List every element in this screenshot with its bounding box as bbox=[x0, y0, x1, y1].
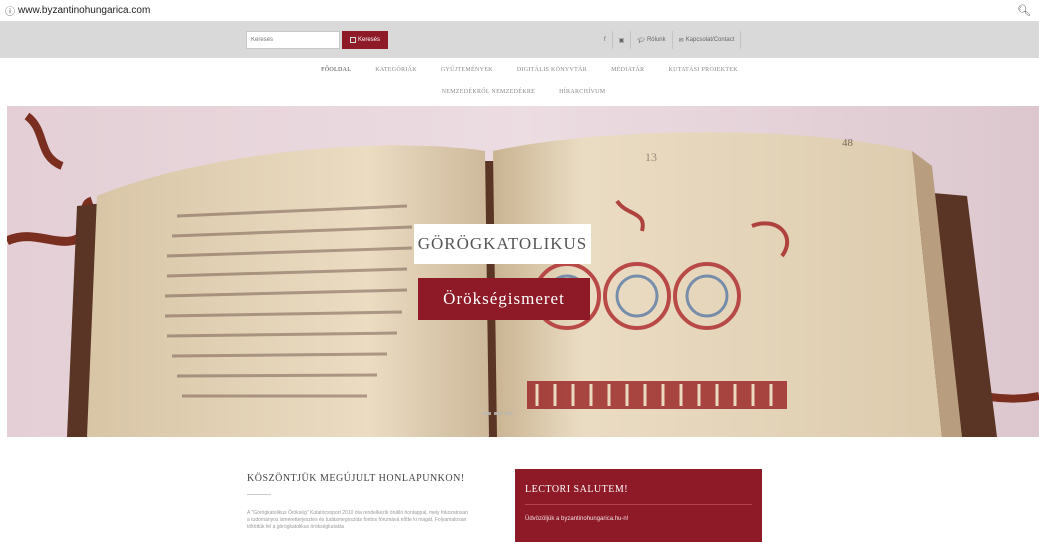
slider-dot-3[interactable] bbox=[505, 412, 513, 415]
welcome-text: A "Görögkatolikus Örökség" Kutatócsoport… bbox=[247, 510, 468, 530]
search-button[interactable]: Keresés bbox=[342, 31, 388, 49]
nav-item-generations[interactable]: Nemzedékről nemzedékre bbox=[442, 89, 536, 95]
svg-text:13: 13 bbox=[645, 150, 657, 164]
main-navigation: Főoldal Kategóriák Gyűjtemények Digitáli… bbox=[0, 58, 1039, 106]
hero-title: Görögkatolikus bbox=[417, 234, 588, 253]
top-links: f ▣ 🎓︎ Rólunk ✉︎ Kapcsolat/Contact bbox=[598, 31, 742, 49]
search-button-label: Keresés bbox=[357, 37, 380, 43]
facebook-icon: f bbox=[604, 37, 606, 43]
welcome-divider bbox=[247, 494, 271, 495]
about-link[interactable]: 🎓︎ Rólunk bbox=[630, 31, 671, 49]
nav-item-collections[interactable]: Gyűjtemények bbox=[441, 67, 493, 73]
nav-item-home[interactable]: Főoldal bbox=[321, 67, 351, 73]
info-circle-icon[interactable]: ⓘ bbox=[4, 3, 16, 18]
about-link-label: Rólunk bbox=[646, 37, 666, 43]
manuscript-book-image: 48 13 bbox=[7, 106, 1039, 437]
contact-link-label: Kapcsolat/Contact bbox=[685, 37, 735, 43]
url-text[interactable]: www.byzantinohungarica.com bbox=[18, 5, 150, 16]
search-input[interactable] bbox=[246, 31, 340, 49]
youtube-link[interactable]: ▣ bbox=[611, 31, 631, 49]
lectori-text: Üdvözöljük a byzantinohungarica.hu-n! bbox=[525, 516, 629, 522]
hero-title-box: Görögkatolikus bbox=[414, 224, 591, 264]
magnifier-icon[interactable]: 🔍︎ bbox=[1017, 4, 1031, 17]
nav-row-2: Nemzedékről nemzedékre Hírarchívum bbox=[4, 89, 1039, 95]
lectori-title: Lectori salutem! bbox=[525, 484, 629, 495]
top-bar: Keresés f ▣ 🎓︎ Rólunk ✉︎ Kapcsolat/Conta… bbox=[0, 22, 1039, 58]
lectori-divider bbox=[525, 504, 752, 505]
slider-dots bbox=[483, 412, 513, 415]
slider-dot-1[interactable] bbox=[483, 412, 491, 415]
nav-item-research-projects[interactable]: Kutatási projektek bbox=[668, 67, 737, 73]
browser-address-bar: ⓘ www.byzantinohungarica.com 🔍︎ bbox=[0, 0, 1039, 22]
nav-row-1: Főoldal Kategóriák Gyűjtemények Digitáli… bbox=[10, 67, 1039, 73]
nav-item-media[interactable]: Médiatár bbox=[611, 67, 644, 73]
hero-subtitle-box: Örökségismeret bbox=[418, 278, 590, 320]
lectori-panel: Lectori salutem! Üdvözöljük a byzantinoh… bbox=[515, 469, 762, 542]
hero-slider[interactable]: 48 13 Görögkatolikus Örökségismeret bbox=[7, 106, 1039, 437]
facebook-link[interactable]: f bbox=[598, 31, 612, 49]
nav-item-categories[interactable]: Kategóriák bbox=[375, 67, 417, 73]
youtube-icon: ▣ bbox=[618, 37, 625, 44]
contact-link[interactable]: ✉︎ Kapcsolat/Contact bbox=[671, 31, 742, 49]
nav-item-digital-library[interactable]: Digitális könyvtár bbox=[517, 67, 587, 73]
graduation-cap-icon: 🎓︎ bbox=[637, 37, 645, 44]
broken-image-icon bbox=[349, 37, 356, 43]
hero-subtitle: Örökségismeret bbox=[443, 289, 565, 308]
welcome-title: Köszöntjük megújult honlapunkon! bbox=[247, 473, 465, 484]
search-form: Keresés bbox=[246, 31, 388, 49]
nav-item-news-archive[interactable]: Hírarchívum bbox=[559, 89, 605, 95]
svg-text:48: 48 bbox=[842, 137, 854, 149]
slider-dot-2[interactable] bbox=[494, 412, 502, 415]
envelope-icon: ✉︎ bbox=[678, 37, 684, 44]
